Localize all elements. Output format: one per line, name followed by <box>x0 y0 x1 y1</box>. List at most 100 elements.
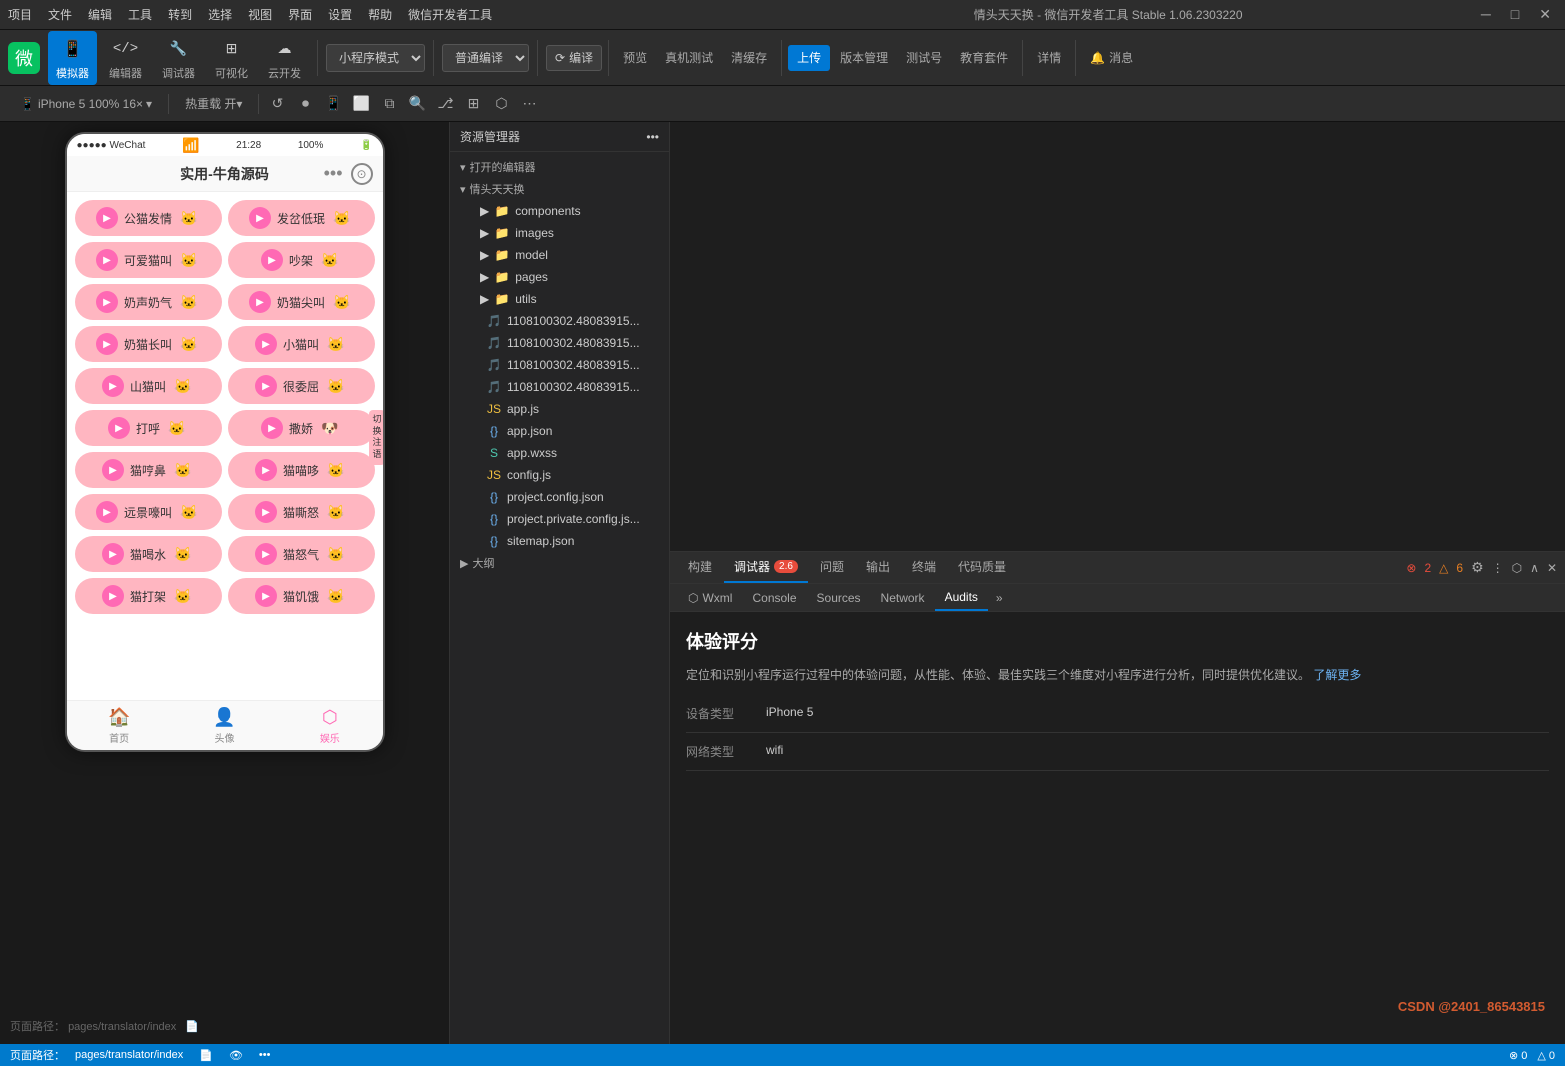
tree-file-mp3-2[interactable]: 🎵 1108100302.48083915... <box>450 332 669 354</box>
upload-button[interactable]: 上传 <box>788 45 830 71</box>
panel-icon[interactable]: ⬡ <box>1512 561 1522 575</box>
sound-btn-2-1[interactable]: ▶ 可爱猫叫 🐱 <box>75 242 222 278</box>
tab-quality[interactable]: 代码质量 <box>948 552 1016 583</box>
menu-help[interactable]: 帮助 <box>368 6 392 23</box>
sound-btn-10-2[interactable]: ▶ 猫饥饿 🐱 <box>228 578 375 614</box>
tab-build[interactable]: 构建 <box>678 552 722 583</box>
compile-mode-select[interactable]: 小程序模式 <box>326 44 425 72</box>
tree-file-configjs[interactable]: JS config.js <box>450 464 669 486</box>
debugger-button[interactable]: 🔧 调试器 <box>154 31 203 85</box>
status-file-icon[interactable]: 📄 <box>199 1049 213 1062</box>
tree-file-mp3-4[interactable]: 🎵 1108100302.48083915... <box>450 376 669 398</box>
simulator-button[interactable]: 📱 模拟器 <box>48 31 97 85</box>
learn-more-link[interactable]: 了解更多 <box>1313 668 1361 682</box>
editor-button[interactable]: </> 编辑器 <box>101 31 150 85</box>
maximize-button[interactable]: □ <box>1505 6 1525 23</box>
window-controls[interactable]: ─ □ ✕ <box>1475 6 1557 23</box>
subtab-console[interactable]: Console <box>742 584 806 611</box>
subtab-more[interactable]: » <box>988 584 1011 611</box>
tree-file-appwxss[interactable]: S app.wxss <box>450 442 669 464</box>
status-eye-icon[interactable]: 👁 <box>229 1049 243 1062</box>
tree-item-pages[interactable]: ▶ 📁 pages <box>450 266 669 288</box>
cloud-button[interactable]: ☁ 云开发 <box>260 31 309 85</box>
sound-btn-8-1[interactable]: ▶ 远景嚎叫 🐱 <box>75 494 222 530</box>
layers-icon[interactable]: ⊞ <box>463 94 483 114</box>
menu-edit[interactable]: 编辑 <box>88 6 112 23</box>
collapse-icon[interactable]: ∧ <box>1530 561 1539 575</box>
sound-btn-7-1[interactable]: ▶ 猫哼鼻 🐱 <box>75 452 222 488</box>
menu-tools[interactable]: 工具 <box>128 6 152 23</box>
tree-file-mp3-3[interactable]: 🎵 1108100302.48083915... <box>450 354 669 376</box>
switch-button[interactable]: 切换注语 <box>369 410 382 465</box>
tree-file-sitemap[interactable]: {} sitemap.json <box>450 530 669 552</box>
tree-file-appjson[interactable]: {} app.json <box>450 420 669 442</box>
record-icon[interactable]: ⏺ <box>295 94 315 114</box>
error-indicator[interactable]: ⊗ 0 <box>1509 1049 1527 1062</box>
sound-btn-3-1[interactable]: ▶ 奶声奶气 🐱 <box>75 284 222 320</box>
phone-more-button[interactable]: ••• <box>324 163 343 184</box>
tree-file-projectprivate[interactable]: {} project.private.config.js... <box>450 508 669 530</box>
breadcrumb-path[interactable]: pages/translator/index <box>68 1021 176 1033</box>
tab-output[interactable]: 输出 <box>856 552 900 583</box>
nav-entertainment[interactable]: ⬡ 娱乐 <box>277 701 382 750</box>
sound-btn-4-2[interactable]: ▶ 小猫叫 🐱 <box>228 326 375 362</box>
menu-bar[interactable]: 项目 文件 编辑 工具 转到 选择 视图 界面 设置 帮助 微信开发者工具 <box>8 6 741 23</box>
version-button[interactable]: 版本管理 <box>832 45 896 71</box>
sound-btn-8-2[interactable]: ▶ 猫嘶怒 🐱 <box>228 494 375 530</box>
subtab-wxml[interactable]: ⬡ Wxml <box>678 584 742 611</box>
project-header[interactable]: ▾ 情头天天换 <box>450 178 669 200</box>
menu-devtools[interactable]: 微信开发者工具 <box>408 6 492 23</box>
status-more-icon[interactable]: ••• <box>259 1049 271 1061</box>
sound-btn-10-1[interactable]: ▶ 猫打架 🐱 <box>75 578 222 614</box>
file-panel-more[interactable]: ••• <box>646 130 659 144</box>
menu-view[interactable]: 视图 <box>248 6 272 23</box>
settings-icon[interactable]: ⚙ <box>1471 559 1484 576</box>
tree-item-model[interactable]: ▶ 📁 model <box>450 244 669 266</box>
nav-avatar[interactable]: 👤 头像 <box>172 701 277 750</box>
tab-terminal[interactable]: 终端 <box>902 552 946 583</box>
device-selector[interactable]: 📱 iPhone 5 100% 16× ▾ <box>12 95 160 113</box>
preview-button[interactable]: 预览 <box>615 45 655 71</box>
visual-button[interactable]: ⊞ 可视化 <box>207 31 256 85</box>
menu-goto[interactable]: 转到 <box>168 6 192 23</box>
sound-btn-9-1[interactable]: ▶ 猫喝水 🐱 <box>75 536 222 572</box>
tree-file-appjs[interactable]: JS app.js <box>450 398 669 420</box>
details-button[interactable]: 详情 <box>1029 45 1069 71</box>
sound-btn-5-1[interactable]: ▶ 山猫叫 🐱 <box>75 368 222 404</box>
sound-btn-7-2[interactable]: ▶ 猫喵哆 🐱 <box>228 452 375 488</box>
phone-icon[interactable]: 📱 <box>323 94 343 114</box>
refresh-icon[interactable]: ↺ <box>267 94 287 114</box>
close-panel-icon[interactable]: ✕ <box>1547 561 1557 575</box>
search-icon[interactable]: 🔍 <box>407 94 427 114</box>
sound-btn-2-2[interactable]: ▶ 吵架 🐱 <box>228 242 375 278</box>
tree-item-components[interactable]: ▶ 📁 components <box>450 200 669 222</box>
more-icon[interactable]: ⋯ <box>519 94 539 114</box>
sound-btn-5-2[interactable]: ▶ 很委屈 🐱 <box>228 368 375 404</box>
device-test-button[interactable]: 真机测试 <box>657 45 721 71</box>
status-path[interactable]: pages/translator/index <box>75 1049 183 1061</box>
sound-btn-1-1[interactable]: ▶ 公猫发情 🐱 <box>75 200 222 236</box>
menu-interface[interactable]: 界面 <box>288 6 312 23</box>
tree-file-mp3-1[interactable]: 🎵 1108100302.48083915... <box>450 310 669 332</box>
open-editors-header[interactable]: ▾ 打开的编辑器 <box>450 156 669 178</box>
sound-btn-6-2[interactable]: ▶ 撒娇 🐶 <box>228 410 375 446</box>
close-button[interactable]: ✕ <box>1533 6 1557 23</box>
tab-debugger[interactable]: 调试器 2.6 <box>724 552 808 583</box>
menu-settings[interactable]: 设置 <box>328 6 352 23</box>
menu-file[interactable]: 文件 <box>48 6 72 23</box>
nav-home[interactable]: 🏠 首页 <box>67 701 172 750</box>
menu-project[interactable]: 项目 <box>8 6 32 23</box>
outline-header[interactable]: ▶ 大纲 <box>450 552 669 574</box>
subtab-sources[interactable]: Sources <box>807 584 871 611</box>
tools-icon[interactable]: ⬡ <box>491 94 511 114</box>
compile-button[interactable]: ⟳ 编译 <box>546 45 602 71</box>
sound-btn-4-1[interactable]: ▶ 奶猫长叫 🐱 <box>75 326 222 362</box>
sound-btn-1-2[interactable]: ▶ 发岔低珉 🐱 <box>228 200 375 236</box>
subtab-network[interactable]: Network <box>871 584 935 611</box>
warn-indicator[interactable]: △ 0 <box>1537 1049 1555 1062</box>
sound-btn-3-2[interactable]: ▶ 奶猫尖叫 🐱 <box>228 284 375 320</box>
multi-icon[interactable]: ⧉ <box>379 94 399 114</box>
tree-item-images[interactable]: ▶ 📁 images <box>450 222 669 244</box>
sound-btn-9-2[interactable]: ▶ 猫怒气 🐱 <box>228 536 375 572</box>
tree-file-projectconfig[interactable]: {} project.config.json <box>450 486 669 508</box>
